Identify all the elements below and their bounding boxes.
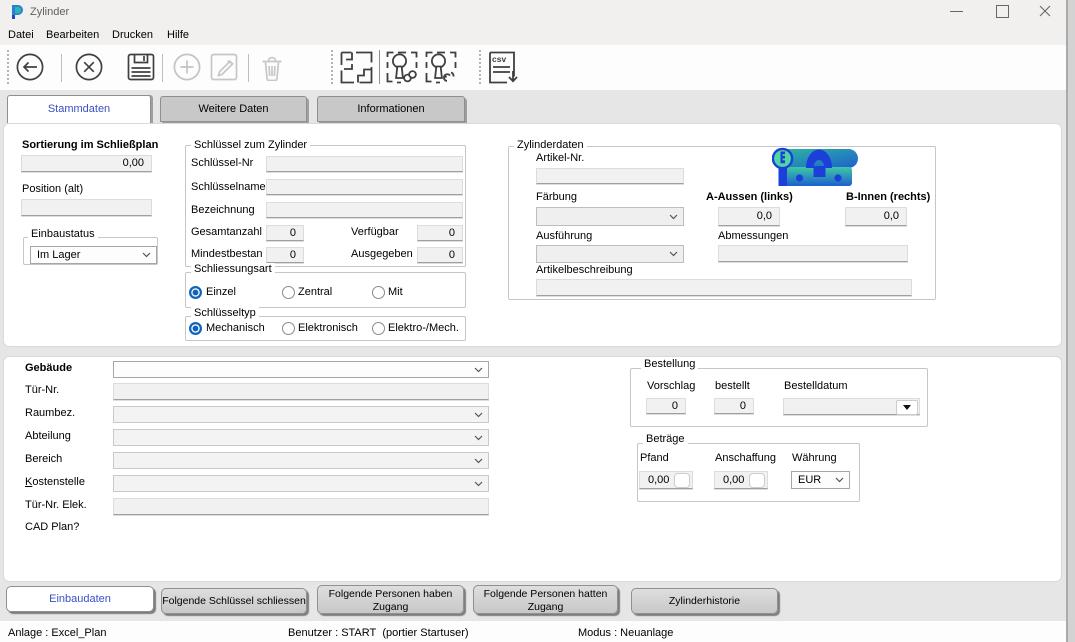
svg-text:csv: csv xyxy=(492,54,506,64)
